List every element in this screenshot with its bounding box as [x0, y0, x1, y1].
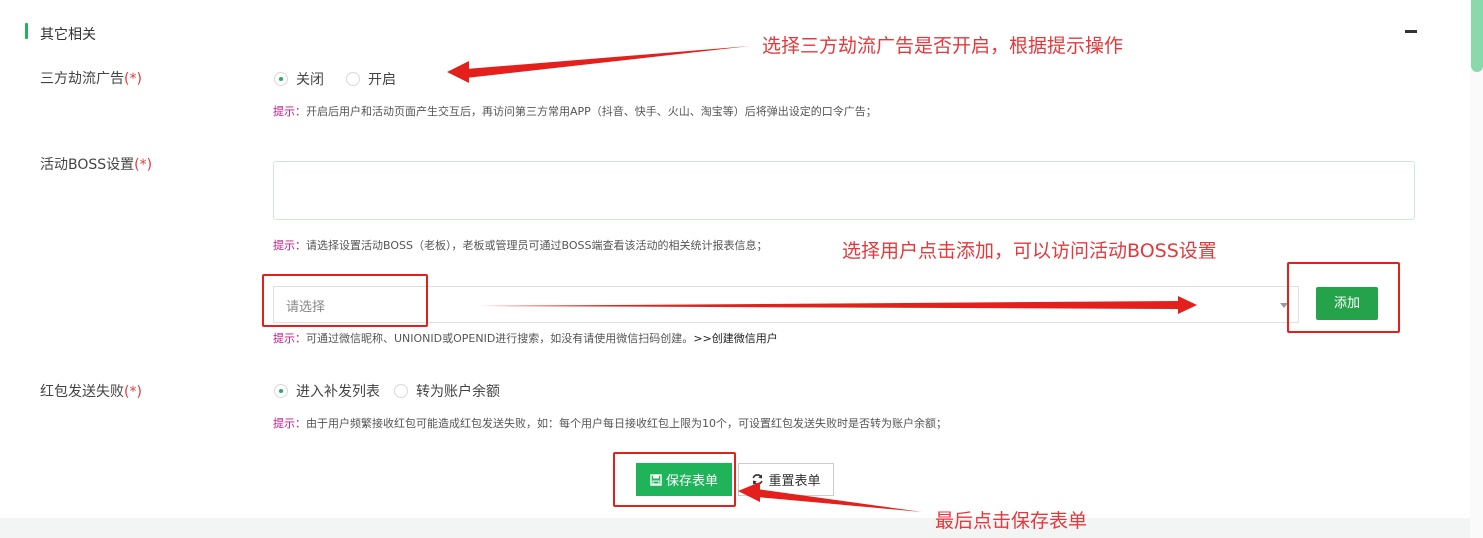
arrow-shaft-2 [480, 301, 1180, 309]
arrow-head-1 [447, 61, 469, 83]
annotation-boss: 选择用户点击添加，可以访问活动BOSS设置 [842, 240, 1217, 262]
arrow-head-2 [1178, 296, 1197, 314]
annotation-arrows [447, 46, 1197, 512]
annotation-ads: 选择三方劫流广告是否开启，根据提示操作 [762, 35, 1124, 57]
arrow-head-3 [738, 482, 760, 502]
arrow-shaft-1 [466, 46, 750, 78]
arrow-shaft-3 [757, 489, 922, 512]
annotation-save: 最后点击保存表单 [935, 510, 1088, 532]
